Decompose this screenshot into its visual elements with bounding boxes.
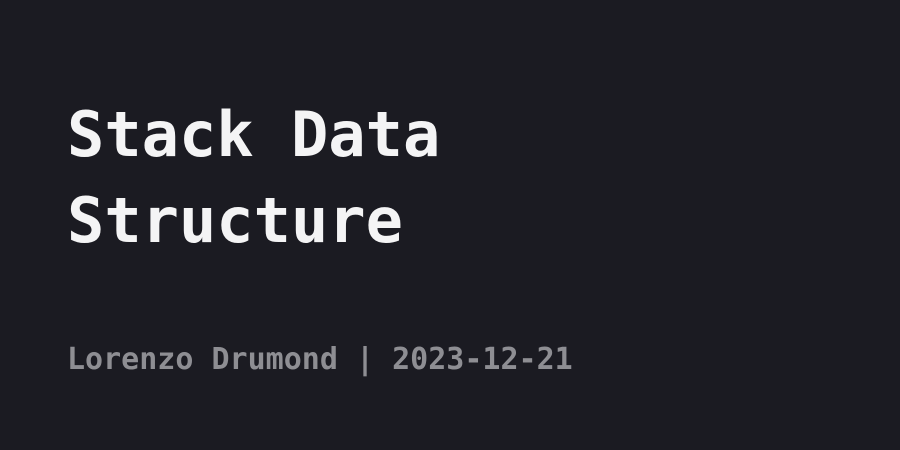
byline-separator: | [356,342,375,377]
post-title: Stack Data Structure [67,92,827,264]
post-date: 2023-12-21 [392,342,573,377]
author-name: Lorenzo Drumond [67,342,338,377]
post-byline: Lorenzo Drumond | 2023-12-21 [67,340,573,380]
post-title-line-2: Structure [67,184,403,257]
post-preview-card: Stack Data Structure Lorenzo Drumond | 2… [0,0,900,450]
post-title-line-1: Stack Data [67,98,441,171]
